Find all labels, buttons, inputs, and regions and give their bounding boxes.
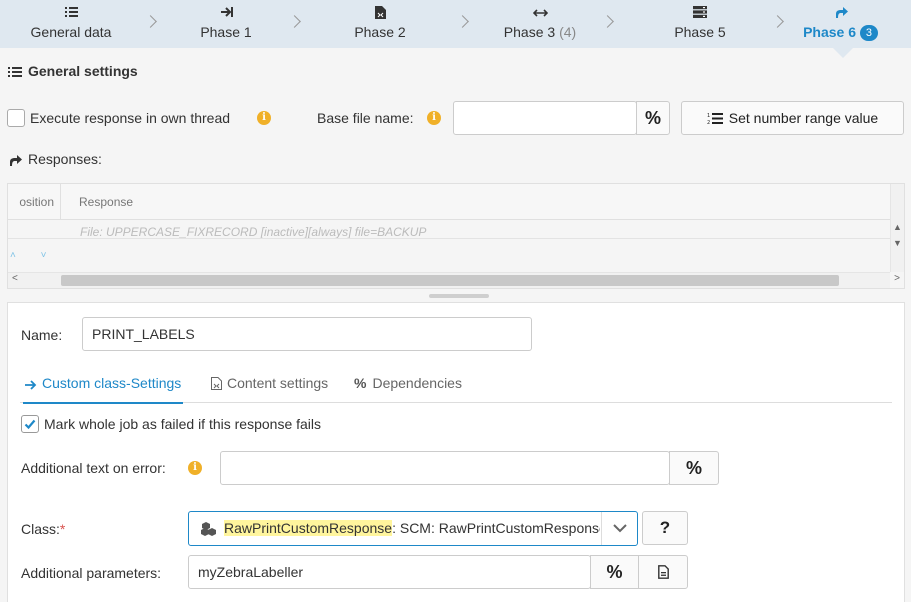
tab-dependencies[interactable]: % Dependencies bbox=[354, 375, 462, 391]
response-detail-panel: Name: PRINT_LABELS Custom class-Settings… bbox=[7, 302, 905, 602]
column-header-position[interactable]: osition bbox=[8, 184, 61, 220]
additional-params-input[interactable]: myZebraLabeller bbox=[188, 555, 591, 589]
file-code-icon bbox=[211, 377, 222, 390]
additional-text-label: Additional text on error: bbox=[21, 460, 166, 476]
vertical-scrollbar[interactable]: ▲ ▼ bbox=[890, 184, 904, 272]
svg-text:2: 2 bbox=[707, 120, 710, 125]
step-label: Phase 1 bbox=[200, 24, 252, 40]
name-input[interactable]: PRINT_LABELS bbox=[82, 317, 532, 351]
scroll-right-icon[interactable]: > bbox=[894, 273, 900, 284]
step-label: Phase 3 (4) bbox=[450, 24, 630, 40]
responses-grid: osition Response File: UPPERCASE_FIXRECO… bbox=[7, 183, 905, 289]
tab-label-main: Custom class bbox=[42, 375, 127, 391]
section-title: General settings bbox=[8, 63, 138, 79]
tab-content-settings[interactable]: Content settings bbox=[211, 375, 328, 391]
class-select-value: RawPrintCustomResponse: SCM: RawPrintCus… bbox=[224, 512, 600, 545]
move-up-icon[interactable]: ˄ bbox=[10, 250, 16, 261]
step-label-text: Phase 3 bbox=[503, 24, 556, 40]
arrow-to-right-icon bbox=[142, 6, 310, 22]
percent-button[interactable]: % bbox=[590, 555, 639, 589]
class-select-rest: : SCM: RawPrintCustomResponse bbox=[392, 520, 600, 536]
detail-tabs: Custom class-Settings Content settings %… bbox=[20, 365, 892, 404]
step-phase-2[interactable]: Phase 2 bbox=[310, 0, 469, 48]
splitter-handle[interactable] bbox=[429, 294, 489, 298]
info-icon[interactable]: i bbox=[427, 111, 441, 125]
chevron-down-icon[interactable] bbox=[601, 512, 637, 545]
base-file-input[interactable] bbox=[453, 101, 637, 135]
step-phase-3[interactable]: Phase 3 (4) bbox=[450, 0, 630, 48]
tab-label: Dependencies bbox=[372, 375, 462, 391]
class-help-button[interactable]: ? bbox=[642, 511, 688, 545]
tab-custom-class-settings[interactable]: Custom class-Settings bbox=[22, 375, 184, 404]
list-icon bbox=[0, 6, 142, 22]
document-icon bbox=[657, 565, 669, 579]
grid-header: osition Response bbox=[8, 184, 890, 220]
step-count: (4) bbox=[559, 24, 577, 40]
step-label: General data bbox=[30, 24, 112, 40]
step-phase-6[interactable]: Phase 6 3 bbox=[770, 0, 911, 48]
numbered-list-icon: 12 bbox=[707, 113, 723, 126]
column-header-response[interactable]: Response bbox=[79, 184, 133, 220]
additional-text-input[interactable] bbox=[220, 451, 670, 485]
scroll-left-icon[interactable]: < bbox=[12, 273, 18, 284]
scroll-down-icon[interactable]: ▼ bbox=[893, 238, 902, 248]
percent-icon: % bbox=[354, 375, 367, 391]
execute-thread-label: Execute response in own thread bbox=[30, 110, 231, 126]
base-file-label: Base file name: bbox=[317, 110, 414, 126]
move-arrows: ˄ ˅ bbox=[10, 250, 46, 261]
step-label-text: Phase 6 bbox=[803, 24, 857, 40]
info-icon[interactable]: i bbox=[188, 461, 202, 475]
section-title-text: General settings bbox=[28, 63, 138, 79]
general-settings-row: Execute response in own thread i Base fi… bbox=[7, 101, 907, 137]
tab-label-suffix: -Settings bbox=[126, 375, 182, 391]
class-label: Class:* bbox=[21, 521, 65, 537]
row-divider bbox=[8, 238, 890, 239]
step-label: Phase 6 3 bbox=[770, 24, 911, 41]
additional-params-label: Additional parameters: bbox=[21, 565, 162, 581]
set-number-range-label: Set number range value bbox=[728, 110, 879, 126]
step-phase-1[interactable]: Phase 1 bbox=[142, 0, 310, 48]
search-highlight: RawPrintCustomResponse bbox=[224, 520, 393, 536]
scroll-up-icon[interactable]: ▲ bbox=[893, 222, 902, 232]
move-down-icon[interactable]: ˅ bbox=[41, 250, 47, 261]
document-button[interactable] bbox=[638, 555, 688, 589]
step-label: Phase 2 bbox=[354, 24, 406, 40]
scrollbar-thumb[interactable] bbox=[61, 275, 839, 286]
tab-label: Content settings bbox=[227, 375, 329, 391]
class-select[interactable]: RawPrintCustomResponse: SCM: RawPrintCus… bbox=[188, 511, 638, 546]
file-code-icon bbox=[310, 6, 450, 22]
cubes-icon bbox=[201, 522, 216, 536]
horizontal-scrollbar[interactable]: < > bbox=[8, 272, 900, 288]
step-label: Phase 5 bbox=[674, 24, 726, 40]
response-cell: File: UPPERCASE_FIXRECORD [inactive][alw… bbox=[80, 225, 427, 239]
mark-failed-checkbox[interactable] bbox=[21, 415, 39, 433]
share-arrow-icon bbox=[770, 6, 911, 22]
class-label-text: Class: bbox=[21, 521, 60, 537]
step-general-data[interactable]: General data bbox=[0, 0, 157, 48]
list-icon bbox=[8, 67, 22, 77]
active-step-pointer bbox=[832, 47, 854, 58]
info-icon[interactable]: i bbox=[257, 111, 271, 125]
percent-button[interactable]: % bbox=[669, 451, 719, 485]
set-number-range-button[interactable]: 1 2 Set number range value bbox=[681, 101, 904, 135]
responses-label-text: Responses: bbox=[28, 151, 102, 167]
percent-button[interactable]: % bbox=[636, 101, 670, 135]
server-icon bbox=[630, 6, 770, 22]
checkmark-icon bbox=[24, 419, 36, 430]
execute-thread-checkbox[interactable] bbox=[7, 109, 25, 127]
mark-failed-label: Mark whole job as failed if this respons… bbox=[44, 416, 322, 432]
step-badge: 3 bbox=[859, 25, 878, 41]
required-marker: * bbox=[59, 521, 66, 537]
name-label: Name: bbox=[21, 327, 63, 343]
arrow-right-icon bbox=[25, 380, 37, 390]
responses-label: Responses: bbox=[8, 151, 102, 167]
svg-text:1: 1 bbox=[707, 113, 710, 119]
wizard-steps: General data Phase 1 Phase 2 Phase 3 (4)… bbox=[0, 0, 911, 58]
step-phase-5[interactable]: Phase 5 bbox=[630, 0, 784, 48]
share-arrow-icon bbox=[10, 155, 22, 166]
